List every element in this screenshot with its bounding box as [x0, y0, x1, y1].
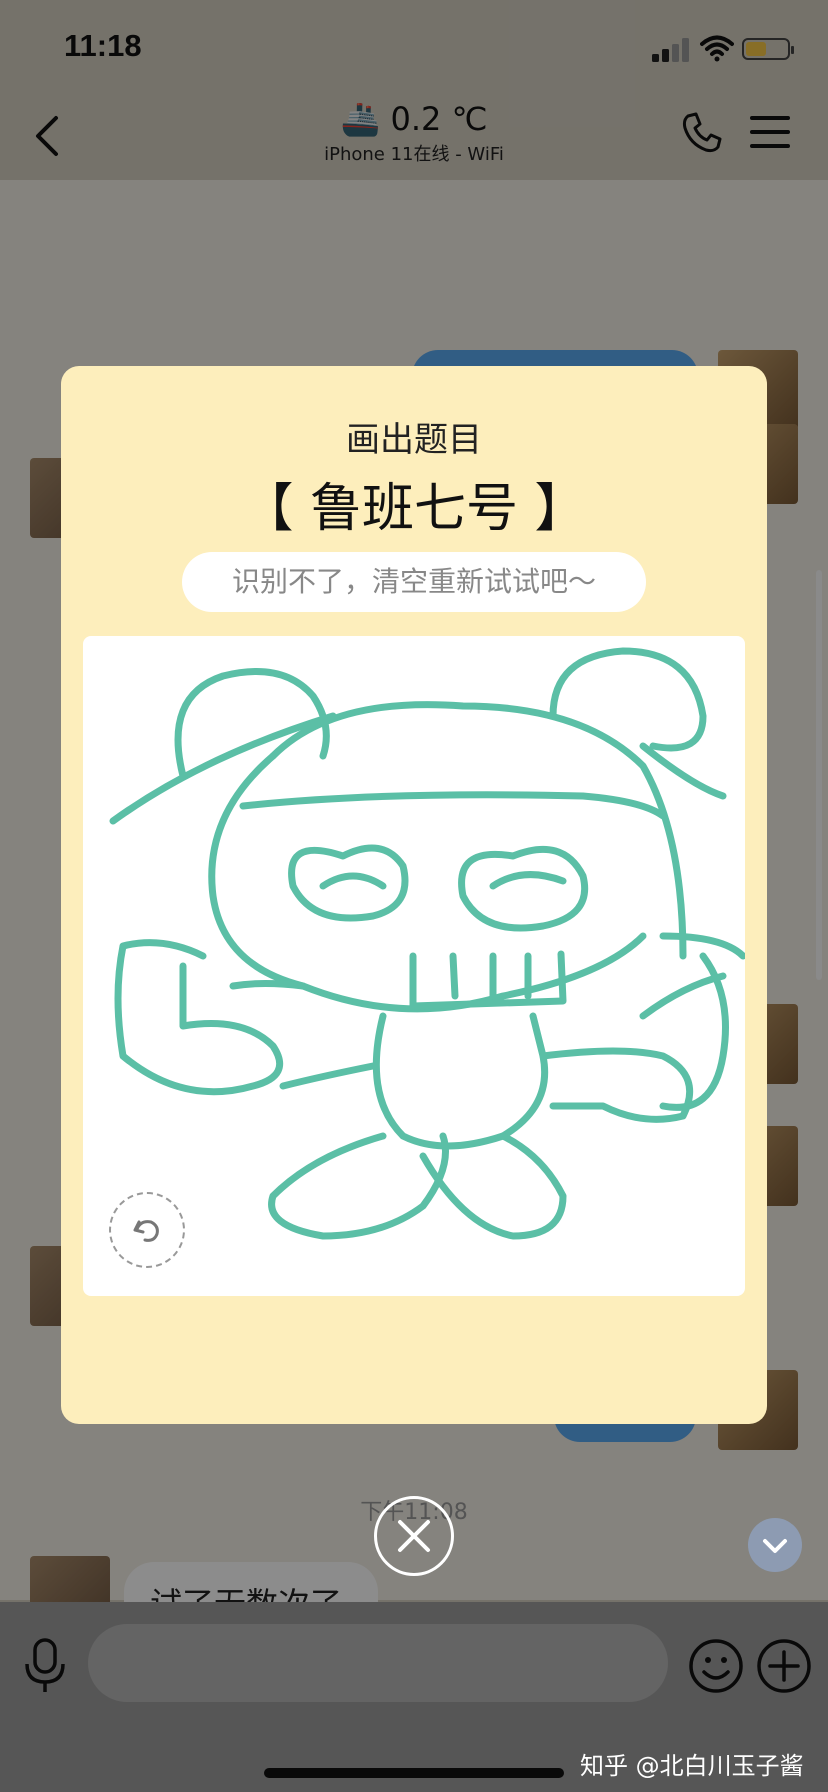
- watermark: 知乎 @北白川玉子酱: [580, 1752, 804, 1780]
- undo-button[interactable]: [109, 1192, 185, 1268]
- chevron-down-icon: [763, 1539, 787, 1553]
- drawing-topic: 【 鲁班七号 】: [241, 479, 587, 539]
- recognition-hint: 识别不了，清空重新试试吧～: [182, 552, 646, 612]
- close-modal-button[interactable]: [374, 1496, 454, 1576]
- undo-icon: [133, 1220, 159, 1242]
- drawing-canvas[interactable]: [83, 636, 745, 1296]
- scroll-to-bottom-button[interactable]: [748, 1518, 802, 1572]
- scrollbar[interactable]: [816, 570, 822, 980]
- close-icon: [398, 1520, 430, 1552]
- draw-game-modal: 画出题目 【 鲁班七号 】 识别不了，清空重新试试吧～: [61, 366, 767, 1424]
- modal-title: 画出题目: [346, 420, 482, 460]
